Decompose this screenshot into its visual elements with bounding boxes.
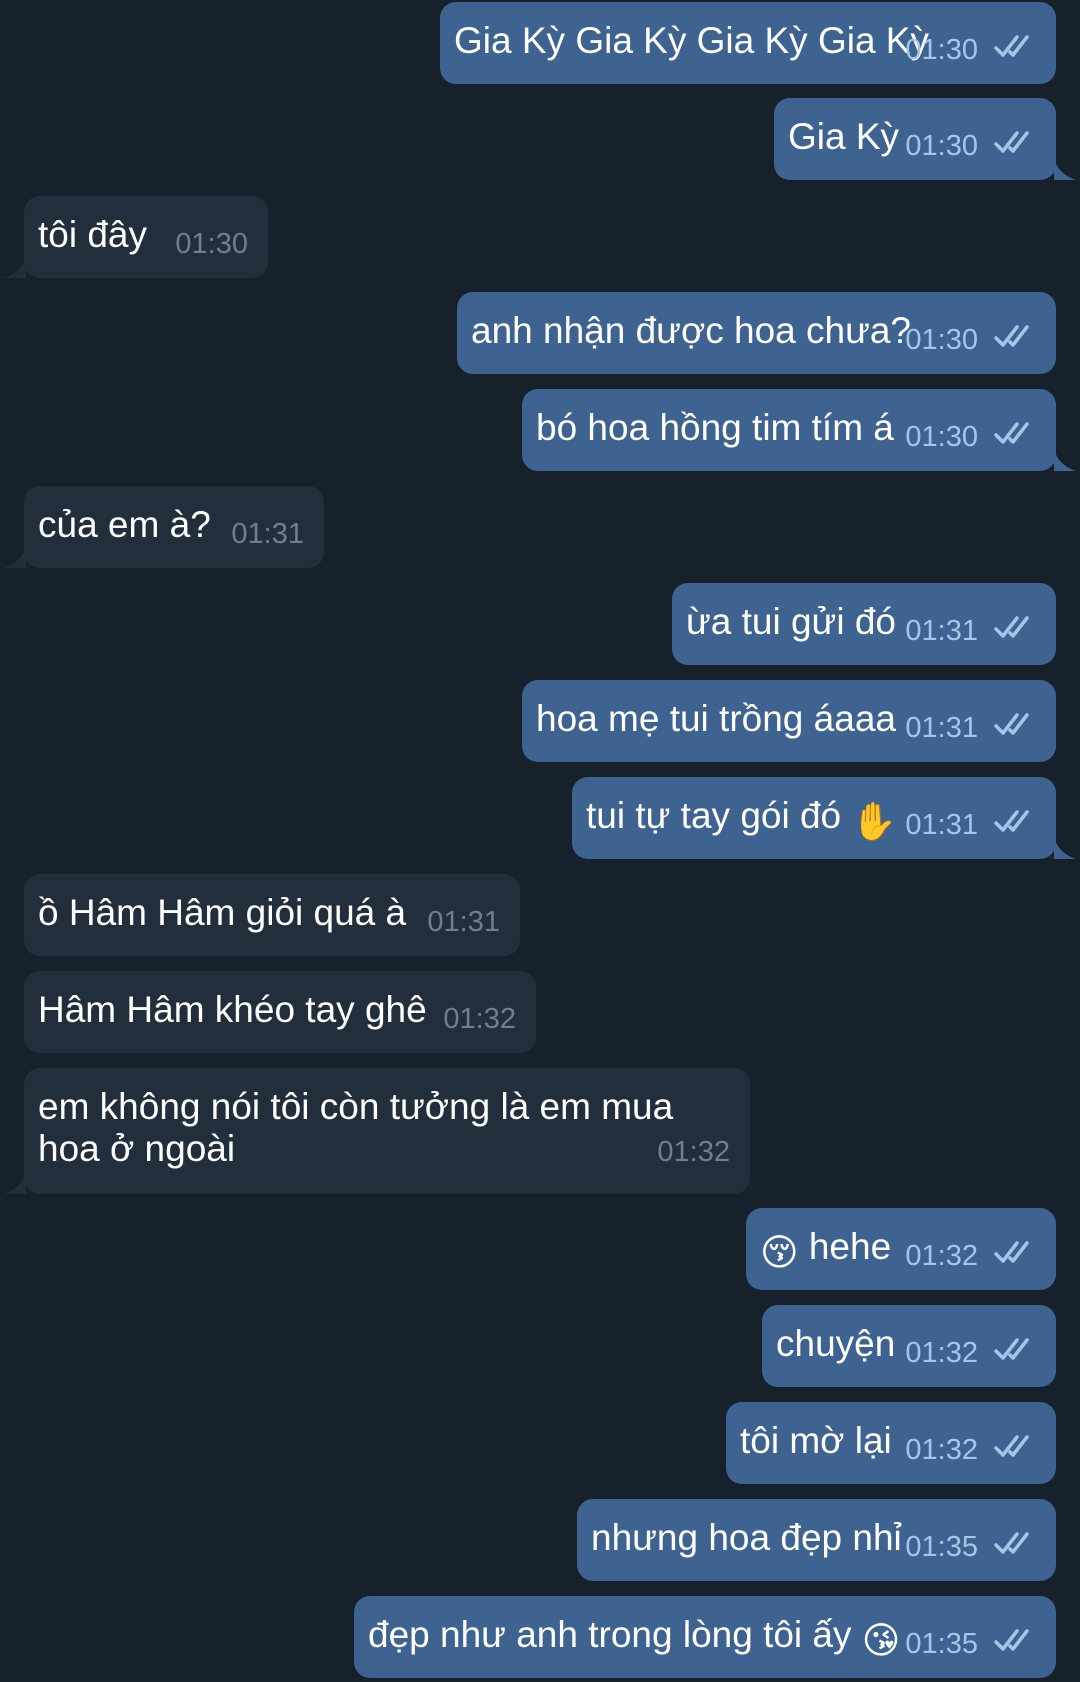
message-text: anh nhận được hoa chưa? [471,310,912,351]
message-time: 01:30 [905,421,978,453]
message-bubble-outgoing[interactable]: đẹp như anh trong lòng tôi ấy 😘 01:35 [354,1596,1056,1678]
bubble-tail [1054,449,1076,471]
message-bubble-outgoing[interactable]: tôi mờ lại 01:32 [726,1402,1056,1484]
message-time: 01:35 [905,1531,978,1563]
message-text: tôi mờ lại [740,1420,892,1461]
double-check-icon [994,1532,1029,1554]
message-time: 01:31 [905,712,978,744]
message-text: Hâm Hâm khéo tay ghê [38,989,427,1030]
double-check-icon [994,616,1029,638]
message-text: tôi đây [38,214,148,255]
message-text: Gia Kỳ Gia Kỳ Gia Kỳ Gia Kỳ [454,20,929,61]
chat-history[interactable]: Gia Kỳ Gia Kỳ Gia Kỳ Gia Kỳ 01:30 Gia Kỳ… [0,0,1080,1682]
double-check-icon [994,1435,1029,1457]
double-check-icon [994,1241,1029,1263]
message-bubble-outgoing[interactable]: chuyện 01:32 [762,1305,1056,1387]
message-time: 01:32 [443,1003,516,1035]
message-time: 01:31 [905,615,978,647]
message-text: hoa mẹ tui trồng áaaa [536,698,896,739]
message-bubble-outgoing[interactable]: tui tự tay gói đó ✋ 01:31 [572,777,1076,859]
kissing-face-emoji-icon: 😚 [760,1232,799,1273]
message-bubble-incoming[interactable]: của em à? 01:31 [4,486,324,568]
message-text: của em à? [38,504,211,545]
message-time: 01:30 [905,324,978,356]
message-text: ừa tui gửi đó [686,601,896,642]
double-check-icon [994,422,1029,444]
message-bubble-outgoing[interactable]: Gia Kỳ Gia Kỳ Gia Kỳ Gia Kỳ 01:30 [440,2,1056,84]
message-bubble-outgoing[interactable]: hoa mẹ tui trồng áaaa 01:31 [522,680,1056,762]
message-bubble-outgoing[interactable]: 😚 hehe 01:32 [746,1208,1056,1290]
message-bubble-outgoing[interactable]: bó hoa hồng tim tím á 01:30 [522,389,1076,471]
message-bubble-incoming[interactable]: tôi đây 01:30 [4,196,268,278]
message-bubble-incoming[interactable]: Hâm Hâm khéo tay ghê 01:32 [24,971,536,1053]
message-time: 01:32 [905,1240,978,1272]
message-text: em không nói tôi còn tưởng là em mua hoa… [38,1086,674,1169]
message-time: 01:31 [905,809,978,841]
message-time: 01:31 [427,906,500,938]
message-text: bó hoa hồng tim tím á [536,407,894,448]
double-check-icon [994,1338,1029,1360]
message-time: 01:30 [905,130,978,162]
message-text: Gia Kỳ [788,116,900,157]
message-bubble-outgoing[interactable]: nhưng hoa đẹp nhỉ 01:35 [577,1499,1056,1581]
face-blowing-kiss-emoji-icon: 😘 [861,1620,901,1661]
message-time: 01:32 [905,1434,978,1466]
message-time: 01:35 [905,1628,978,1660]
message-bubble-outgoing[interactable]: Gia Kỳ 01:30 [774,98,1076,180]
message-time: 01:32 [657,1136,730,1168]
message-text: tui tự tay gói đó ✋ [586,795,898,843]
bubble-tail [4,546,26,568]
message-text: 😚 hehe [760,1226,891,1274]
message-text-content: hehe [808,1226,892,1267]
message-bubble-incoming[interactable]: em không nói tôi còn tưởng là em mua hoa… [4,1068,750,1194]
double-check-icon [994,1629,1029,1651]
message-text: ồ Hâm Hâm giỏi quá à [38,892,407,933]
message-text: chuyện [776,1323,896,1364]
double-check-icon [994,713,1029,735]
raised-hand-emoji-icon: ✋ [851,801,898,842]
message-text: đẹp như anh trong lòng tôi ấy 😘 [368,1614,900,1662]
message-time: 01:30 [175,228,248,260]
message-text-content: tui tự tay gói đó [586,795,842,836]
message-time: 01:32 [905,1337,978,1369]
bubble-tail [4,1172,26,1194]
message-bubble-incoming[interactable]: ồ Hâm Hâm giỏi quá à 01:31 [24,874,520,956]
double-check-icon [994,325,1029,347]
message-bubble-outgoing[interactable]: ừa tui gửi đó 01:31 [672,583,1056,665]
message-bubble-outgoing[interactable]: anh nhận được hoa chưa? 01:30 [457,292,1056,374]
message-text: nhưng hoa đẹp nhỉ [591,1517,902,1558]
message-time: 01:31 [231,518,304,550]
double-check-icon [994,810,1029,832]
bubble-tail [1054,837,1076,859]
double-check-icon [994,131,1029,153]
bubble-tail [4,256,26,278]
message-text-content: đẹp như anh trong lòng tôi ấy [368,1614,852,1655]
double-check-icon [994,35,1029,57]
message-time: 01:30 [905,34,978,66]
bubble-tail [1054,158,1076,180]
